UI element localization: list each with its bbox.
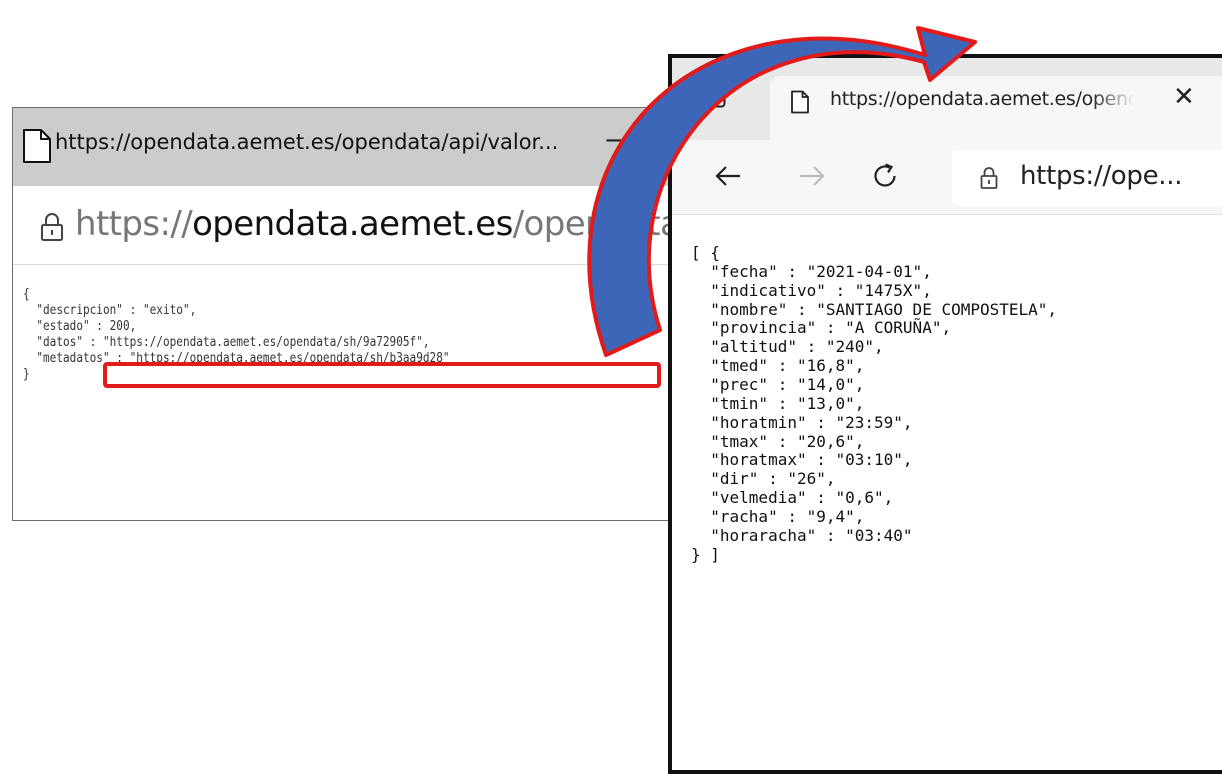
json-line: "horatmin" : "23:59", (691, 412, 913, 432)
lock-icon[interactable] (980, 166, 998, 190)
tab-title: https://opendata.aemet.es/opendata/api/v… (830, 88, 1134, 110)
json-line: "fecha" : "2021-04-01", (691, 261, 932, 281)
tab-strip: https://opendata.aemet.es/opendata/api/v… (672, 58, 1222, 144)
tab-actions-icon[interactable] (704, 86, 726, 108)
json-line: "velmedia" : "0,6", (691, 488, 894, 508)
json-line: { (23, 286, 30, 302)
right-browser-window: https://opendata.aemet.es/opendata/api/v… (668, 54, 1222, 774)
json-line: "horatmax" : "03:10", (691, 450, 913, 470)
left-title-bar: https://opendata.aemet.es/opendata/api/v… (13, 108, 668, 186)
url-host: opendata.aemet.es (192, 204, 513, 244)
address-field[interactable]: https://ope... (952, 150, 1222, 206)
close-tab-button[interactable]: ✕ (1173, 82, 1195, 112)
json-line: "descripcion" : "exito", (23, 302, 197, 318)
json-line: "altitud" : "240", (691, 337, 884, 357)
json-line-datos: "datos" : "https://opendata.aemet.es/ope… (23, 334, 430, 350)
json-line: "tmax" : "20,6", (691, 431, 865, 451)
refresh-icon[interactable] (871, 162, 899, 190)
json-line: "prec" : "14,0", (691, 375, 865, 395)
json-line: "dir" : "26", (691, 469, 836, 489)
json-line: "estado" : 200, (23, 318, 137, 334)
datos-highlight-box (103, 362, 661, 388)
address-url[interactable]: https://opendata.aemet.es/opendata/api (75, 204, 668, 244)
json-line: } ] (691, 544, 720, 564)
arrow-left-icon[interactable] (714, 162, 742, 190)
tab-active[interactable]: https://opendata.aemet.es/opendata/api/v… (770, 76, 1222, 144)
navigation-bar: https://ope... (672, 140, 1222, 215)
json-line: } (23, 366, 30, 382)
address-bar[interactable]: https://opendata.aemet.es/opendata/api (13, 186, 668, 265)
json-line: "provincia" : "A CORUÑA", (691, 318, 952, 338)
document-icon (791, 90, 809, 114)
json-line: "tmed" : "16,8", (691, 356, 865, 376)
url-path: /opendata/api (512, 204, 668, 244)
document-icon (23, 129, 51, 163)
json-line: "indicativo" : "1475X", (691, 280, 932, 300)
json-line: "tmin" : "13,0", (691, 393, 865, 413)
window-title: https://opendata.aemet.es/opendata/api/v… (55, 130, 559, 154)
lock-icon[interactable] (40, 212, 64, 242)
left-browser-window: https://opendata.aemet.es/opendata/api/v… (12, 107, 669, 521)
json-line: "racha" : "9,4", (691, 507, 865, 527)
json-response: [ { "fecha" : "2021-04-01", "indicativo"… (691, 243, 1058, 565)
json-line: "nombre" : "SANTIAGO DE COMPOSTELA", (691, 299, 1058, 319)
url-scheme: https:// (75, 204, 193, 244)
minimize-button[interactable]: — (605, 122, 635, 157)
json-line: [ { (691, 243, 720, 262)
json-line: "horaracha" : "03:40" (691, 525, 913, 545)
arrow-right-icon[interactable] (798, 162, 826, 190)
address-url[interactable]: https://ope... (1020, 161, 1183, 191)
